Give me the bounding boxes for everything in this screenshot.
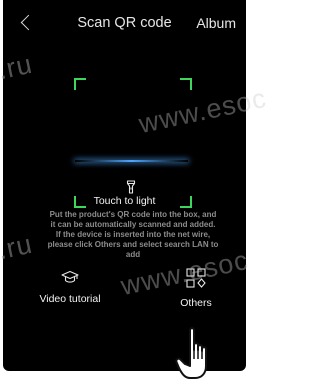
scan-instructions: Put the product's QR code into the box, …: [47, 210, 219, 259]
video-tutorial-label: Video tutorial: [39, 293, 101, 305]
album-button[interactable]: Album: [196, 15, 236, 31]
top-bar: Scan QR code Album: [3, 0, 246, 44]
scan-line: [75, 160, 188, 162]
video-tutorial-button[interactable]: Video tutorial: [25, 270, 115, 305]
flashlight-icon[interactable]: [126, 180, 136, 194]
graduation-cap-icon: [61, 270, 79, 283]
scanner-screen: Scan QR code Album Touch to light Put th…: [3, 0, 246, 371]
pointing-hand-icon: [175, 327, 207, 379]
scan-frame-corner-top-left: [74, 78, 86, 90]
others-label: Others: [180, 297, 212, 309]
torch-label[interactable]: Touch to light: [3, 195, 246, 207]
scan-frame-corner-top-right: [180, 78, 192, 90]
